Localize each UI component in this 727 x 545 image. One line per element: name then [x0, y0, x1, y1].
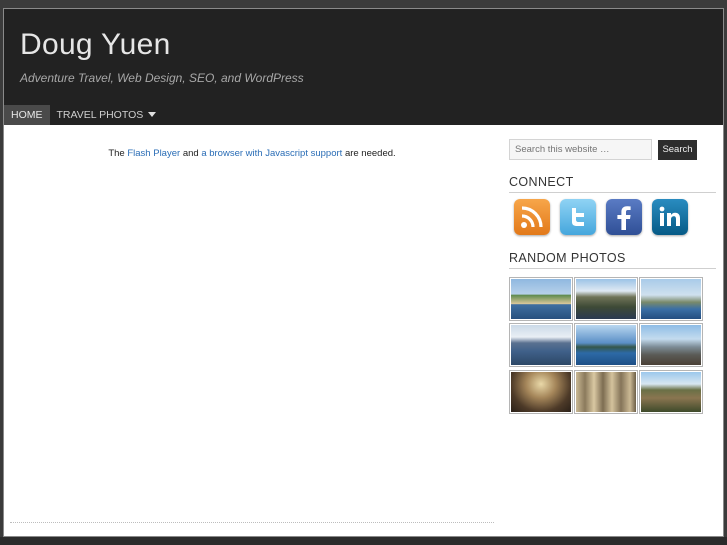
site-title[interactable]: Doug Yuen [20, 28, 171, 62]
photo-thumb-tower-bay[interactable] [639, 277, 703, 321]
flash-player-link[interactable]: Flash Player [127, 148, 180, 159]
photo-thumb-islands[interactable] [574, 323, 638, 367]
nav-home-label: HOME [11, 109, 43, 121]
nav-home[interactable]: HOME [4, 105, 50, 125]
window-bottom-bar [0, 537, 727, 545]
connect-title: CONNECT [509, 175, 574, 189]
search-input[interactable] [509, 139, 652, 160]
photo-thumb-coast-beach[interactable] [509, 277, 573, 321]
connect-divider [509, 192, 716, 193]
main-nav: HOME TRAVEL PHOTOS [4, 105, 163, 125]
photo-thumb-mosque-interior[interactable] [509, 370, 573, 414]
facebook-icon[interactable] [606, 199, 642, 235]
flash-required-message: The Flash Player and a browser with Java… [10, 148, 494, 159]
site-tagline: Adventure Travel, Web Design, SEO, and W… [20, 71, 304, 85]
random-photos-title: RANDOM PHOTOS [509, 251, 626, 265]
chevron-down-icon [148, 112, 157, 117]
photo-thumb-cliff-coast[interactable] [639, 370, 703, 414]
nav-travel-photos-label: TRAVEL PHOTOS [56, 109, 144, 121]
flash-prefix: The [108, 148, 125, 159]
javascript-browser-link[interactable]: a browser with Javascript support [201, 148, 342, 159]
site-header: Doug Yuen Adventure Travel, Web Design, … [4, 9, 723, 125]
content-divider [10, 522, 494, 523]
rss-icon[interactable] [514, 199, 550, 235]
photo-thumb-rocky-lake[interactable] [574, 277, 638, 321]
main-content: The Flash Player and a browser with Java… [10, 125, 494, 525]
photo-thumb-lake-view[interactable] [509, 323, 573, 367]
flash-middle: and [182, 148, 199, 159]
photo-thumb-ancient-columns[interactable] [574, 370, 638, 414]
search-button[interactable]: Search [658, 140, 697, 160]
photo-thumb-group-travelers[interactable] [639, 323, 703, 367]
linkedin-icon[interactable] [652, 199, 688, 235]
twitter-icon[interactable] [560, 199, 596, 235]
flash-suffix: are needed. [344, 148, 396, 159]
random-photos-divider [509, 268, 716, 269]
nav-travel-photos[interactable]: TRAVEL PHOTOS [50, 105, 164, 125]
